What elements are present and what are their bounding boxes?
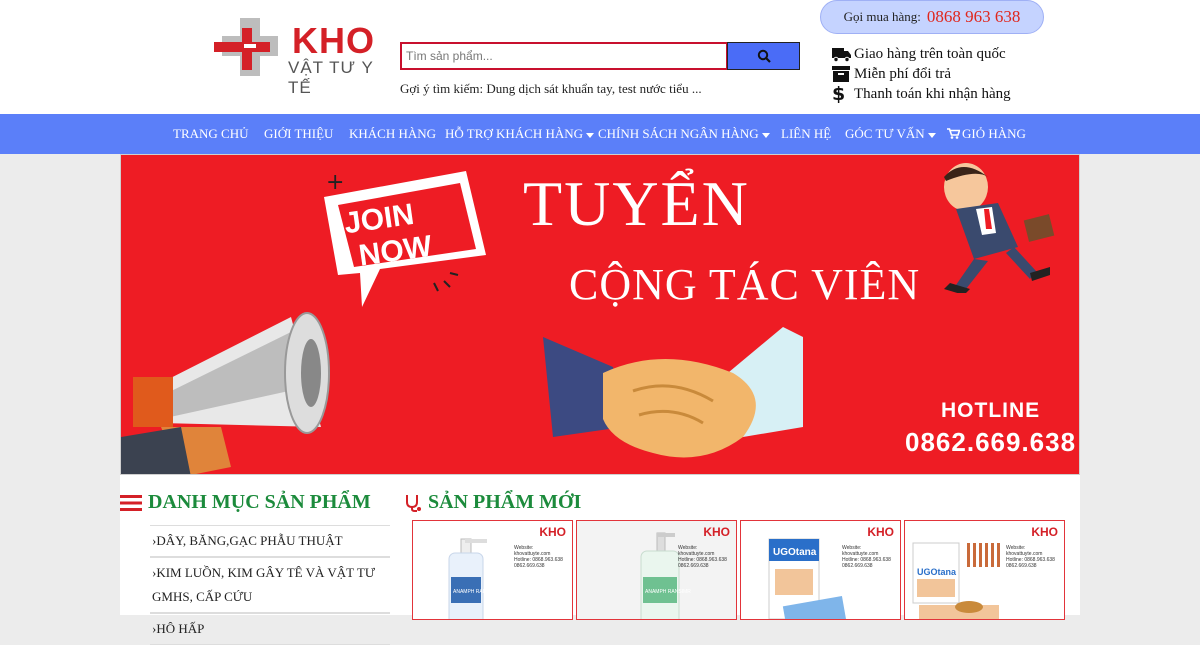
hotline-label: Gọi mua hàng: — [843, 9, 921, 24]
watermark-info: Website: khovattuyte.com Hotline: 0868.96… — [1006, 545, 1058, 569]
perk-text: Thanh toán khi nhận hàng — [854, 85, 1011, 102]
dollar-icon: $ — [832, 83, 846, 105]
categories-heading: DANH MỤC SẢN PHẨM — [120, 491, 371, 514]
product-card[interactable]: UGOtana KHO Website: khovattuyte.com Hotl… — [740, 520, 901, 620]
watermark-website: Website: khovattuyte.com — [678, 545, 715, 557]
hotline-number[interactable]: 0868 963 638 — [927, 7, 1021, 27]
nav-label: GÓC TƯ VẤN — [845, 126, 925, 141]
main-nav: TRANG CHỦ GIỚI THIỆU KHÁCH HÀNG HỖ TRỢ K… — [0, 114, 1200, 154]
search-button[interactable] — [727, 42, 800, 70]
banner-title: TUYỂN — [523, 168, 750, 239]
categories-title: DANH MỤC SẢN PHẨM — [148, 491, 371, 513]
watermark-hotline2: 0862.669.638 — [842, 563, 873, 569]
watermark-brand: KHO — [1031, 525, 1058, 539]
chevron-down-icon — [927, 132, 936, 138]
nav-label: TRANG CHỦ — [173, 126, 249, 141]
category-list: ›DÂY, BĂNG,GẠC PHẪU THUẬT ›KIM LUỒN, KIM… — [150, 525, 390, 645]
nav-item-support[interactable]: HỖ TRỢ KHÁCH HÀNG — [445, 126, 595, 142]
category-label: HÔ HẤP — [156, 621, 205, 636]
chevron-down-icon — [586, 132, 595, 138]
bandage-strips-image: UGOtana — [912, 542, 1000, 619]
new-products-title: SẢN PHẨM MỚI — [428, 491, 582, 513]
product-label: ANAMPH RANSIMR — [645, 589, 691, 595]
product-label: UGOtana — [917, 567, 957, 577]
truck-icon — [832, 47, 854, 62]
chevron-down-icon — [761, 132, 770, 138]
hotline-pill[interactable]: Gọi mua hàng: 0868 963 638 — [820, 0, 1044, 34]
category-item[interactable]: ›KIM LUỒN, KIM GÂY TÊ VÀ VẬT TƯ GMHS, CẤ… — [150, 557, 390, 613]
product-card[interactable]: UGOtana KHO Website: khovattuyte.com Hotl… — [904, 520, 1065, 620]
watermark-website: Website: khovattuyte.com — [842, 545, 879, 557]
category-item[interactable]: ›DÂY, BĂNG,GẠC PHẪU THUẬT — [150, 525, 390, 557]
nav-item-cart[interactable]: GIỎ HÀNG — [947, 126, 1026, 142]
nav-label: HỖ TRỢ KHÁCH HÀNG — [445, 126, 584, 141]
watermark-website: Website: khovattuyte.com — [1006, 545, 1043, 557]
perk-payment: $ Thanh toán khi nhận hàng — [832, 83, 1011, 105]
nav-item-about[interactable]: GIỚI THIỆU — [264, 126, 333, 142]
watermark-info: Website: khovattuyte.com Hotline: 0868.96… — [842, 545, 894, 569]
nav-label: KHÁCH HÀNG — [349, 126, 437, 141]
nav-label: CHÍNH SÁCH NGÂN HÀNG — [598, 126, 759, 141]
product-label: ANAMPH RANSIMR — [453, 589, 499, 595]
nav-item-customers[interactable]: KHÁCH HÀNG — [349, 126, 436, 142]
bandage-box-image: UGOtana — [768, 538, 848, 619]
product-card[interactable]: ANAMPH RANSIMR KHO Website: khovattuyte.… — [576, 520, 737, 620]
watermark-brand: KHO — [539, 525, 566, 539]
perk-text: Giao hàng trên toàn quốc — [854, 45, 1006, 62]
banner-hotline-number[interactable]: 0862.669.638 — [905, 427, 1076, 458]
sanitizer-bottle-image: ANAMPH RANSIMR — [448, 538, 499, 619]
sanitizer-bottle-image: ANAMPH RANSIMR — [640, 532, 691, 619]
product-card[interactable]: ANAMPH RANSIMR KHO Website: khovattuyte.… — [412, 520, 573, 620]
nav-item-bank-policy[interactable]: CHÍNH SÁCH NGÂN HÀNG — [598, 126, 770, 142]
stethoscope-icon — [406, 494, 421, 512]
new-products-heading: SẢN PHẨM MỚI — [404, 491, 581, 514]
handshake-icon — [543, 327, 803, 458]
watermark-hotline2: 0862.669.638 — [1006, 563, 1037, 569]
cart-icon — [947, 128, 961, 139]
list-icon — [120, 494, 142, 511]
search-input[interactable] — [400, 42, 728, 70]
logo-tagline: VẬT TƯ Y TẾ — [288, 58, 374, 97]
nav-item-contact[interactable]: LIÊN HỆ — [781, 126, 831, 142]
watermark-hotline2: 0862.669.638 — [678, 563, 709, 569]
banner-subtitle: CỘNG TÁC VIÊN — [569, 260, 921, 309]
site-header: KHO VẬT TƯ Y TẾ Gợi ý tìm kiếm: Dung dịc… — [0, 0, 1200, 114]
perk-shipping: Giao hàng trên toàn quốc — [832, 44, 1011, 64]
banner-hotline-label: HOTLINE — [941, 399, 1041, 422]
watermark-info: Website: khovattuyte.com Hotline: 0868.96… — [514, 545, 566, 569]
site-logo[interactable]: KHO VẬT TƯ Y TẾ — [210, 14, 390, 97]
category-label: DÂY, BĂNG,GẠC PHẪU THUẬT — [156, 533, 343, 548]
box-icon — [832, 66, 854, 82]
perk-returns: Miễn phí đổi trả — [832, 64, 1011, 84]
nav-label: LIÊN HỆ — [781, 126, 832, 141]
watermark-website: Website: khovattuyte.com — [514, 545, 551, 557]
category-item[interactable]: ›HÔ HẤP — [150, 613, 390, 645]
watermark-info: Website: khovattuyte.com Hotline: 0868.96… — [678, 545, 730, 569]
main-content: JOIN NOW + TUYỂN CỘNG TÁC VIÊN HOTLINE 0… — [120, 154, 1080, 645]
search-suggestions: Gợi ý tìm kiếm: Dung dịch sát khuẩn tay,… — [400, 81, 702, 96]
nav-label: GIỚI THIỆU — [264, 126, 334, 141]
running-man-icon — [944, 163, 1055, 293]
logo-brand-text: KHO — [292, 20, 375, 61]
search-icon — [757, 49, 771, 63]
watermark-brand: KHO — [867, 525, 894, 539]
perk-text: Miễn phí đổi trả — [854, 65, 952, 82]
category-label: KIM LUỒN, KIM GÂY TÊ VÀ VẬT TƯ GMHS, CẤP… — [152, 565, 375, 604]
nav-label: GIỎ HÀNG — [962, 126, 1026, 141]
svg-text:+: + — [326, 170, 344, 195]
watermark-brand: KHO — [703, 525, 730, 539]
watermark-hotline2: 0862.669.638 — [514, 563, 545, 569]
megaphone-icon — [121, 312, 330, 474]
nav-item-home[interactable]: TRANG CHỦ — [173, 126, 248, 142]
nav-item-advice[interactable]: GÓC TƯ VẤN — [845, 126, 936, 142]
service-perks: Giao hàng trên toàn quốc Miễn phí đổi tr… — [832, 44, 1011, 105]
product-label: UGOtana — [773, 547, 817, 558]
hero-banner[interactable]: JOIN NOW + TUYỂN CỘNG TÁC VIÊN HOTLINE 0… — [120, 154, 1080, 475]
medical-cross-logo-icon — [214, 18, 278, 76]
